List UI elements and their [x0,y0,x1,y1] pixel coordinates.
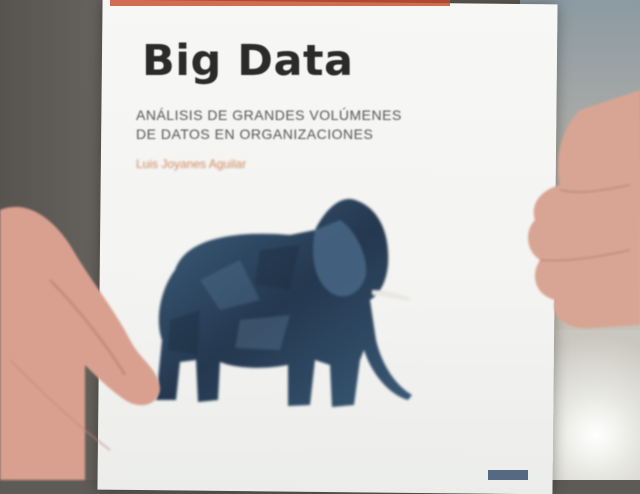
book-title: Big Data [142,36,354,86]
cover-top-stripe [110,0,450,6]
left-hand [0,206,160,480]
book-subtitle: ANÁLISIS DE GRANDES VOLÚMENES DE DATOS E… [136,106,496,144]
book-author: Luis Joyanes Aguilar [136,157,247,171]
right-hand [528,90,640,329]
cover-bottom-badge [488,470,528,480]
subtitle-line-2: DE DATOS EN ORGANIZACIONES [136,126,374,142]
subtitle-line-1: ANÁLISIS DE GRANDES VOLÚMENES [136,107,402,123]
elephant-illustration-icon [156,199,412,407]
